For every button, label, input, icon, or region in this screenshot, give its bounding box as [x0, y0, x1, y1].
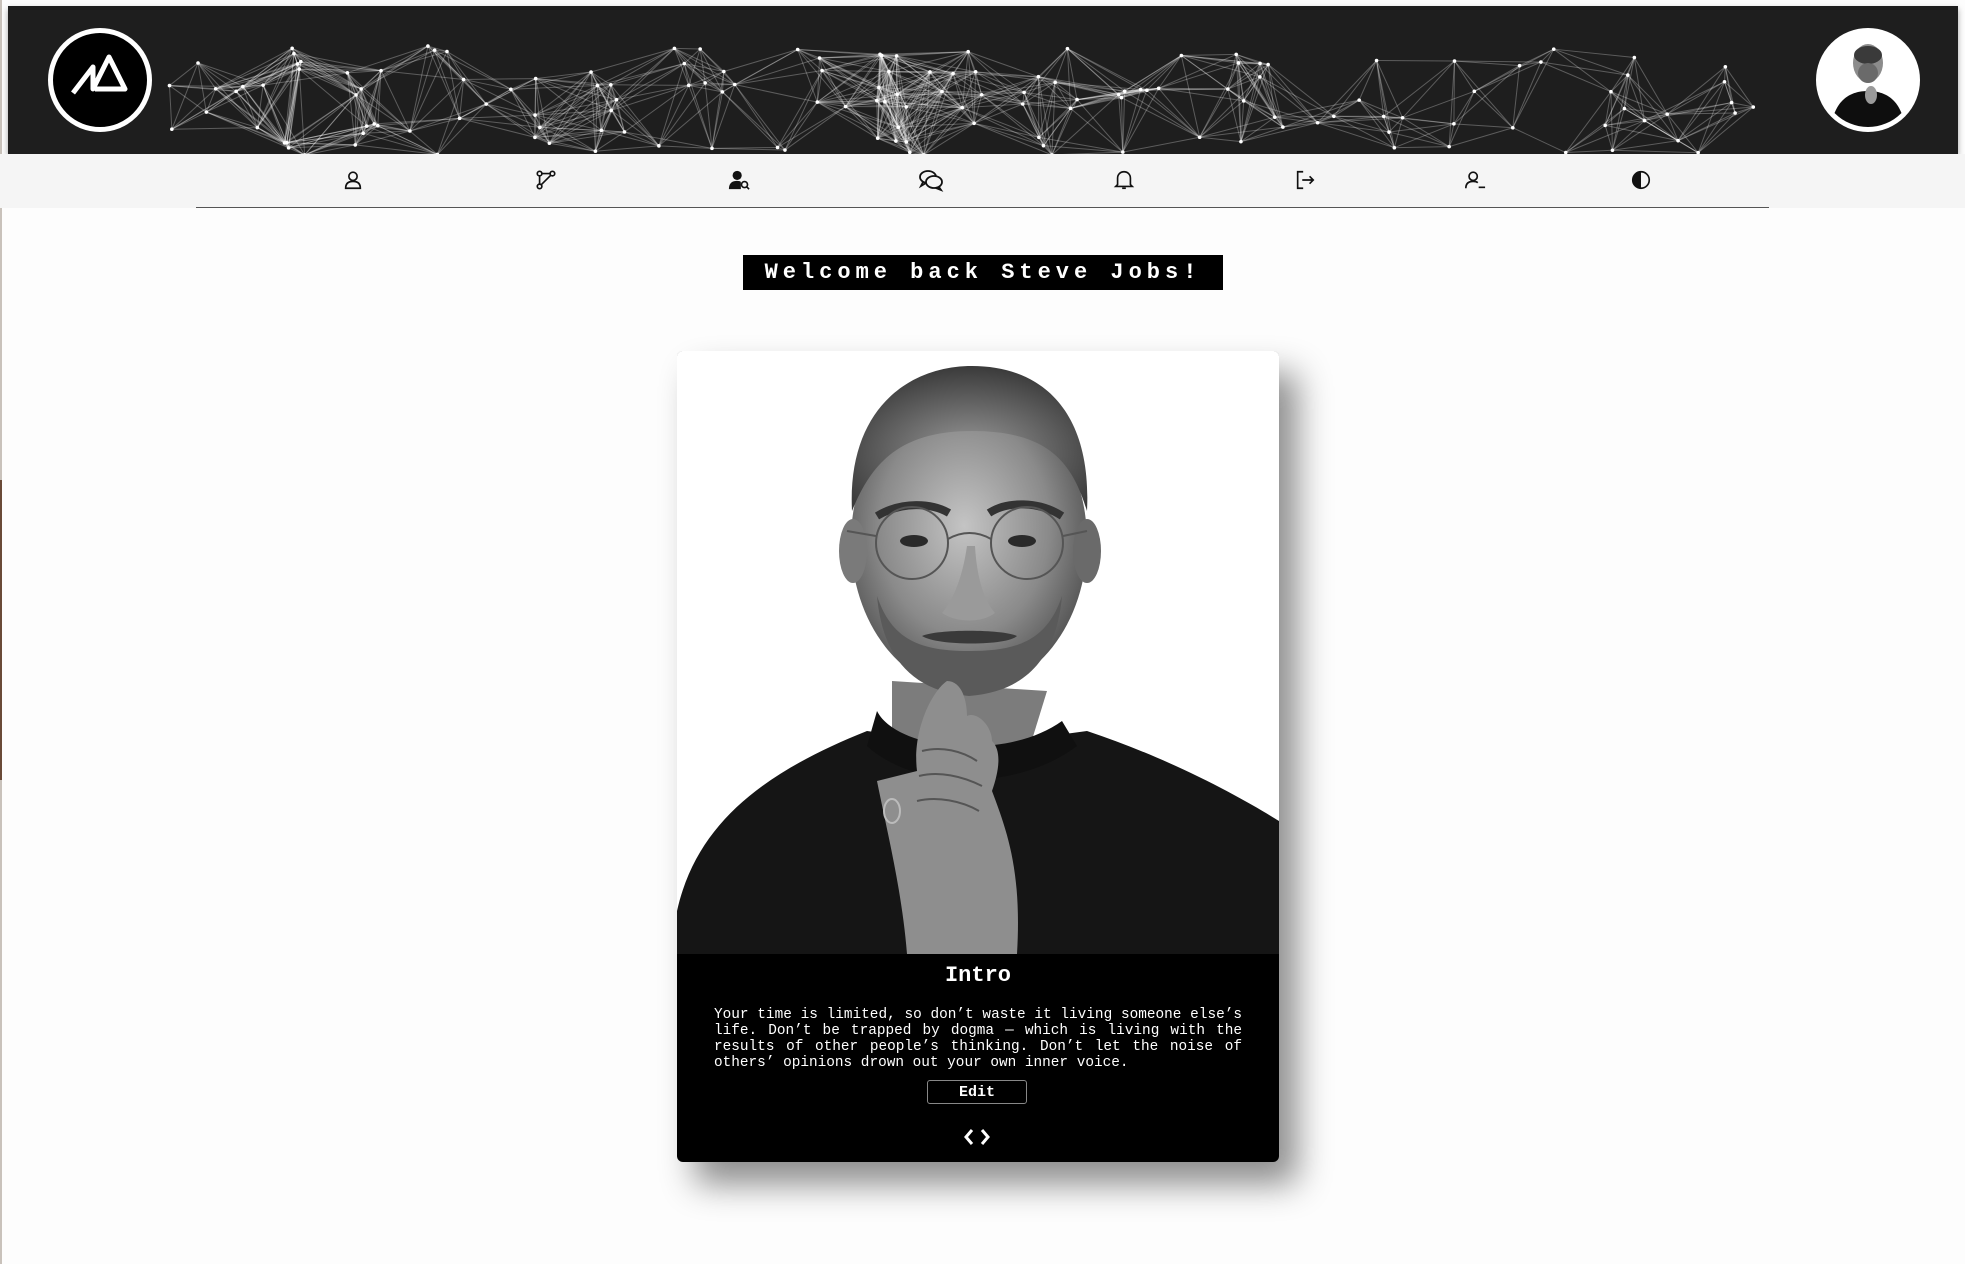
nav-theme-toggle-button[interactable]: [1623, 162, 1659, 198]
bell-icon: [1113, 170, 1135, 190]
nav-profile-button[interactable]: [335, 162, 371, 198]
code-toggle-button[interactable]: [961, 1126, 993, 1148]
logo[interactable]: [48, 28, 152, 132]
network-background: [167, 44, 1756, 154]
nav-user-search-button[interactable]: [721, 162, 757, 198]
header-banner: [8, 6, 1958, 154]
nav-remove-user-button[interactable]: [1457, 162, 1493, 198]
triangle-z-logo-icon: [71, 54, 128, 95]
nav-notifications-button[interactable]: [1106, 162, 1142, 198]
nav-chat-button[interactable]: [913, 162, 949, 198]
card-title: Intro: [944, 963, 1011, 988]
code-brackets-icon: [964, 1129, 990, 1145]
window-edge-accent: [0, 480, 2, 780]
user-search-icon: [728, 170, 750, 190]
profile-portrait: [677, 351, 1279, 954]
edit-button[interactable]: Edit: [927, 1080, 1027, 1104]
nav-divider: [196, 207, 1769, 208]
portrait-image: [677, 351, 1279, 954]
nav-bar: [0, 154, 1965, 208]
user-minus-icon: [1465, 171, 1486, 189]
network-graph-icon: [536, 170, 556, 190]
logout-icon: [1296, 170, 1315, 190]
user-icon: [344, 171, 362, 190]
card-intro-text: Your time is limited, so don’t waste it …: [714, 1007, 1242, 1071]
avatar[interactable]: [1816, 28, 1920, 132]
nav-network-button[interactable]: [528, 162, 564, 198]
avatar-image: [1821, 33, 1915, 127]
chat-bubbles-icon: [918, 170, 944, 192]
nav-logout-button[interactable]: [1287, 162, 1323, 198]
profile-card: Intro Your time is limited, so don’t was…: [677, 351, 1279, 1162]
contrast-toggle-icon: [1631, 170, 1651, 190]
welcome-banner: Welcome back Steve Jobs!: [743, 255, 1223, 290]
